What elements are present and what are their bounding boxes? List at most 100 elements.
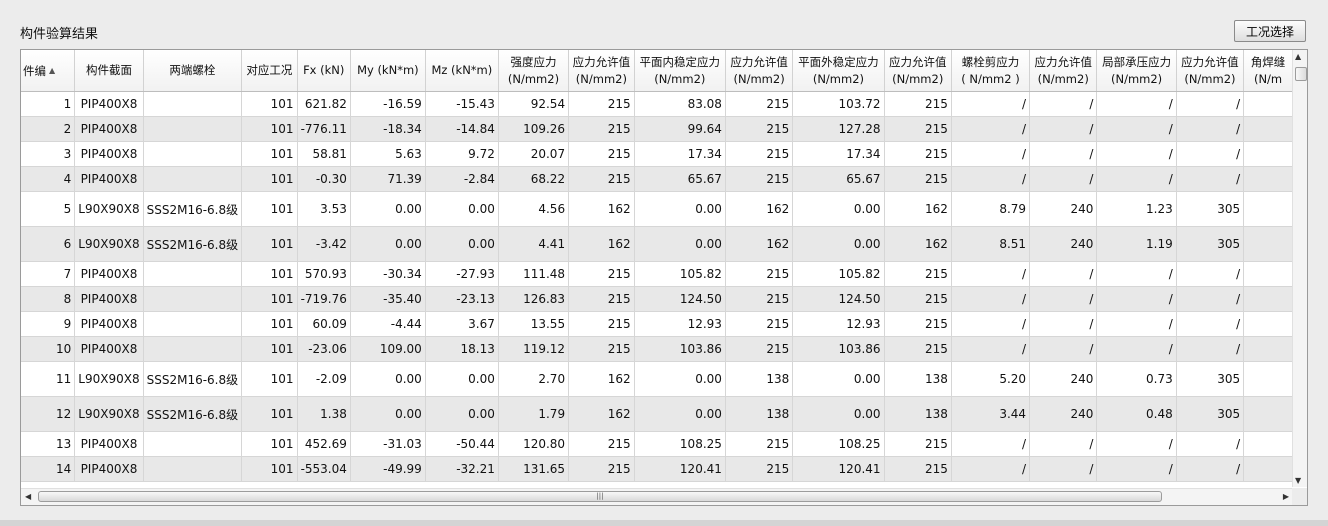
column-header[interactable]: 应力允许值 (N/mm2): [1176, 50, 1245, 92]
table-cell: 124.50: [634, 286, 726, 312]
table-row[interactable]: 13 PIP400X8 101 452.69 -31.03 -50.44 120.80 215…: [21, 431, 1293, 457]
vertical-scrollbar[interactable]: ▲ ▼: [1292, 50, 1307, 487]
table-cell: -50.44: [425, 431, 499, 457]
table-cell: /: [1096, 141, 1177, 167]
table-cell: 8.79: [951, 191, 1031, 227]
table-row[interactable]: 5 L90X90X8 SSS2M16-6.8级 101 3.53 0.00 0.00 4.56…: [21, 191, 1293, 227]
table-cell: PIP400X8: [74, 336, 144, 362]
table-cell: 1.23: [1096, 191, 1177, 227]
table-cell: 162: [884, 191, 952, 227]
table-cell: -15.43: [425, 91, 499, 117]
column-header[interactable]: Mz (kN*m): [425, 50, 499, 92]
table-cell: /: [1176, 431, 1245, 457]
column-header[interactable]: 螺栓剪应力 ( N/mm2 ): [951, 50, 1031, 92]
column-header[interactable]: 对应工况: [241, 50, 298, 92]
table-cell: [143, 91, 243, 117]
column-header[interactable]: 应力允许值 (N/mm2): [1029, 50, 1098, 92]
table-cell: PIP400X8: [74, 431, 144, 457]
table-cell: -3.42: [297, 226, 351, 262]
scroll-right-arrow-icon[interactable]: ▶: [1283, 492, 1289, 501]
table-cell: [1243, 456, 1293, 482]
table-cell: 101: [241, 456, 298, 482]
table-cell: 1: [21, 91, 76, 117]
sort-ascending-icon[interactable]: ▲: [49, 66, 55, 75]
table-cell: [1243, 141, 1293, 167]
column-header[interactable]: 构件截面: [74, 50, 144, 92]
table-cell: 240: [1029, 396, 1098, 432]
load-case-select-button[interactable]: 工况选择: [1234, 20, 1306, 42]
vertical-scroll-thumb[interactable]: [1295, 67, 1307, 81]
column-header[interactable]: 应力允许值 (N/mm2): [884, 50, 952, 92]
column-header[interactable]: 强度应力 (N/mm2): [498, 50, 570, 92]
table-cell: [1243, 431, 1293, 457]
table-row[interactable]: 6 L90X90X8 SSS2M16-6.8级 101 -3.42 0.00 0.00 4.4…: [21, 226, 1293, 262]
table-cell: 162: [568, 396, 635, 432]
table-cell: [143, 456, 243, 482]
column-header[interactable]: 平面内稳定应力 (N/mm2): [634, 50, 726, 92]
table-cell: 215: [725, 431, 794, 457]
table-cell: 0.00: [634, 361, 726, 397]
table-cell: 92.54: [498, 91, 570, 117]
table-row[interactable]: 10 PIP400X8 101 -23.06 109.00 18.13 119.12 215 1…: [21, 336, 1293, 362]
table-row[interactable]: 7 PIP400X8 101 570.93 -30.34 -27.93 111.48 215 1…: [21, 261, 1293, 287]
table-cell: 83.08: [634, 91, 726, 117]
horizontal-scrollbar[interactable]: ◀ ||| ▶: [21, 488, 1293, 505]
table-cell: 215: [884, 286, 952, 312]
panel-title: 构件验算结果: [20, 27, 99, 42]
column-header[interactable]: 应力允许值 (N/mm2): [725, 50, 794, 92]
scroll-down-arrow-icon[interactable]: ▼: [1295, 476, 1301, 485]
table-cell: L90X90X8: [74, 396, 144, 432]
scroll-up-arrow-icon[interactable]: ▲: [1295, 52, 1301, 61]
column-header[interactable]: 应力允许值 (N/mm2): [568, 50, 635, 92]
table-cell: [143, 116, 243, 142]
table-cell: 215: [884, 456, 952, 482]
results-table: 件编 ▲ 构件截面 两端螺栓 对应工况 Fx (kN) My (kN*m) Mz (kN*m)…: [21, 50, 1293, 482]
table-cell: 215: [725, 141, 794, 167]
table-cell: 138: [725, 361, 794, 397]
table-row[interactable]: 9 PIP400X8 101 60.09 -4.44 3.67 13.55 215 12.93 2…: [21, 311, 1293, 337]
table-cell: 215: [725, 311, 794, 337]
table-cell: -49.99: [350, 456, 426, 482]
table-cell: 138: [884, 361, 952, 397]
table-cell: /: [1176, 261, 1245, 287]
table-cell: 1.79: [498, 396, 570, 432]
table-cell: 215: [884, 261, 952, 287]
column-header[interactable]: 角焊缝 (N/m: [1243, 50, 1293, 92]
column-header[interactable]: 局部承压应力 (N/mm2): [1096, 50, 1177, 92]
table-row[interactable]: 2 PIP400X8 101 -776.11 -18.34 -14.84 109.26 215…: [21, 116, 1293, 142]
table-cell: /: [1176, 141, 1245, 167]
column-header-label: 螺栓剪应力: [961, 54, 1020, 69]
table-cell: 162: [884, 226, 952, 262]
table-cell: 101: [241, 226, 298, 262]
table-cell: 305: [1176, 226, 1245, 262]
table-cell: SSS2M16-6.8级: [143, 396, 243, 432]
column-header[interactable]: Fx (kN): [297, 50, 351, 92]
table-row[interactable]: 12 L90X90X8 SSS2M16-6.8级 101 1.38 0.00 0.00 1.7…: [21, 396, 1293, 432]
column-header[interactable]: 平面外稳定应力 (N/mm2): [792, 50, 885, 92]
table-cell: PIP400X8: [74, 166, 144, 192]
horizontal-scroll-thumb[interactable]: |||: [38, 491, 1162, 502]
table-row[interactable]: 4 PIP400X8 101 -0.30 71.39 -2.84 68.22 215 65.67…: [21, 166, 1293, 192]
table-row[interactable]: 8 PIP400X8 101 -719.76 -35.40 -23.13 126.83 215…: [21, 286, 1293, 312]
column-header[interactable]: My (kN*m): [350, 50, 426, 92]
table-row[interactable]: 11 L90X90X8 SSS2M16-6.8级 101 -2.09 0.00 0.00 2.…: [21, 361, 1293, 397]
table-cell: 131.65: [498, 456, 570, 482]
table-cell: 162: [568, 361, 635, 397]
table-cell: 305: [1176, 361, 1245, 397]
column-header[interactable]: 件编 ▲: [21, 50, 76, 92]
column-header-label: 局部承压应力: [1102, 54, 1172, 69]
table-cell: 101: [241, 361, 298, 397]
table-cell: 3.53: [297, 191, 351, 227]
table-cell: 108.25: [634, 431, 726, 457]
table-cell: 240: [1029, 191, 1098, 227]
table-cell: 101: [241, 141, 298, 167]
table-row[interactable]: 3 PIP400X8 101 58.81 5.63 9.72 20.07 215 17.34 21…: [21, 141, 1293, 167]
table-row[interactable]: 1 PIP400X8 101 621.82 -16.59 -15.43 92.54 215 83…: [21, 91, 1293, 117]
table-cell: PIP400X8: [74, 261, 144, 287]
table-cell: /: [951, 311, 1031, 337]
table-cell: /: [1029, 456, 1098, 482]
scroll-left-arrow-icon[interactable]: ◀: [25, 492, 31, 501]
column-header[interactable]: 两端螺栓: [143, 50, 243, 92]
table-cell: 108.25: [792, 431, 885, 457]
table-row[interactable]: 14 PIP400X8 101 -553.04 -49.99 -32.21 131.65 21…: [21, 456, 1293, 482]
